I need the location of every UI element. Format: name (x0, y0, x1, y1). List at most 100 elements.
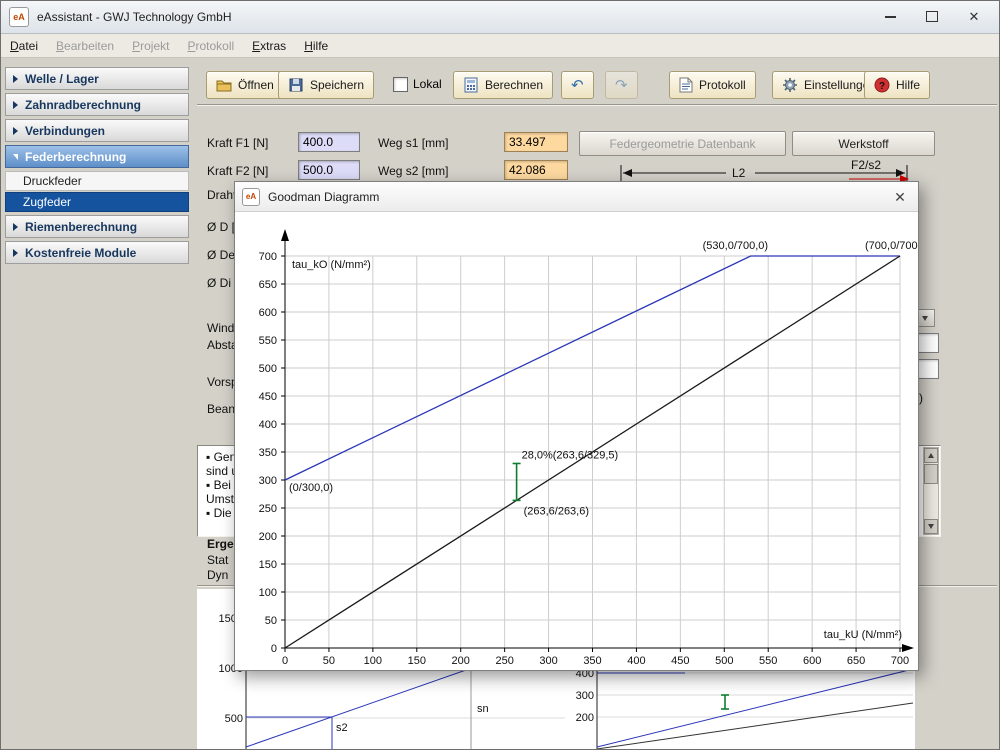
svg-text:450: 450 (259, 391, 277, 403)
weg-s2-label: Weg s2 [mm] (378, 164, 448, 178)
toolbar-separator (197, 104, 997, 106)
sidebar-item-federberechnung[interactable]: Federberechnung (5, 145, 189, 168)
maximize-button[interactable] (911, 1, 953, 32)
open-button[interactable]: Öffnen (206, 71, 284, 99)
menu-protokoll: Protokoll (178, 36, 243, 56)
toolbar: Öffnen Speichern Lokal Berechnen ↶ ↷ Pro… (197, 58, 1000, 105)
svg-text:?: ? (879, 81, 885, 92)
sidebar-item-kostenfreie-module[interactable]: Kostenfreie Module (5, 241, 189, 264)
scroll-down-button[interactable] (924, 519, 938, 534)
weg-s1-label: Weg s1 [mm] (378, 136, 448, 150)
lokal-checkbox[interactable] (393, 77, 408, 92)
protocol-button[interactable]: Protokoll (669, 71, 756, 99)
svg-text:tau_kO (N/mm²): tau_kO (N/mm²) (292, 259, 371, 271)
floppy-icon (288, 77, 304, 93)
kraft-f2-label: Kraft F2 [N] (207, 164, 268, 178)
undo-button[interactable]: ↶ (561, 71, 594, 99)
svg-text:100: 100 (259, 587, 277, 599)
svg-text:400: 400 (627, 655, 645, 667)
svg-text:600: 600 (803, 655, 821, 667)
sidebar-item-welle-lager[interactable]: Welle / Lager (5, 67, 189, 90)
chevron-right-icon (13, 249, 18, 257)
redo-icon: ↷ (615, 76, 628, 94)
chevron-right-icon (13, 223, 18, 231)
minimize-button[interactable] (869, 1, 911, 32)
svg-text:500: 500 (225, 713, 243, 725)
svg-text:400: 400 (259, 419, 277, 431)
dialog-title-bar: eA Goodman Diagramm ✕ (235, 182, 918, 212)
svg-text:50: 50 (265, 615, 277, 627)
scroll-up-button[interactable] (924, 448, 938, 463)
svg-text:0: 0 (282, 655, 288, 667)
svg-text:300: 300 (576, 690, 594, 702)
note-line: Gen (206, 450, 236, 464)
menu-extras[interactable]: Extras (243, 36, 295, 56)
sidebar-item-zugfeder[interactable]: Zugfeder (5, 192, 189, 212)
gear-icon (782, 77, 798, 93)
lokal-label: Lokal (413, 77, 442, 91)
svg-text:(263,6/263,6): (263,6/263,6) (524, 505, 589, 517)
scroll-thumb[interactable] (924, 464, 938, 484)
svg-text:100: 100 (364, 655, 382, 667)
menu-datei[interactable]: Datei (1, 36, 47, 56)
unit-fragment: ) (919, 391, 923, 405)
sidebar-item-zahnradberechnung[interactable]: Zahnradberechnung (5, 93, 189, 116)
menu-hilfe[interactable]: Hilfe (295, 36, 337, 56)
dialog-logo-icon: eA (242, 188, 260, 206)
svg-text:250: 250 (259, 503, 277, 515)
kraft-f2-input[interactable]: 500.0 (298, 160, 360, 180)
dialog-close-button[interactable]: ✕ (890, 187, 910, 207)
title-bar: eA eAssistant - GWJ Technology GmbH ✕ (1, 1, 999, 34)
sidebar-item-riemenberechnung[interactable]: Riemenberechnung (5, 215, 189, 238)
svg-text:300: 300 (539, 655, 557, 667)
svg-text:700: 700 (891, 655, 909, 667)
navigation-sidebar: Welle / Lager Zahnradberechnung Verbindu… (5, 65, 191, 747)
close-button[interactable]: ✕ (953, 1, 995, 32)
goodman-preview-chart: 400 300 200 (567, 661, 915, 750)
svg-text:450: 450 (671, 655, 689, 667)
goodman-chart: 0501001502002503003504004505005506006507… (235, 212, 918, 671)
sidebar-item-verbindungen[interactable]: Verbindungen (5, 119, 189, 142)
help-icon: ? (874, 77, 890, 93)
svg-text:700: 700 (259, 251, 277, 263)
svg-text:350: 350 (259, 447, 277, 459)
svg-text:150: 150 (259, 559, 277, 571)
draht-label: Draht (207, 188, 236, 202)
local-option: Lokal (393, 71, 442, 97)
kraft-f1-input[interactable]: 400.0 (298, 132, 360, 152)
chevron-right-icon (13, 127, 18, 135)
maximize-icon (926, 11, 938, 22)
menu-bearbeiten: Bearbeiten (47, 36, 123, 56)
save-button[interactable]: Speichern (278, 71, 374, 99)
svg-text:200: 200 (576, 712, 594, 724)
chevron-right-icon (13, 75, 18, 83)
menu-projekt: Projekt (123, 36, 178, 56)
goodman-dialog: eA Goodman Diagramm ✕ 0 50 100 150 200 250 300… (234, 181, 919, 671)
application-window: eA eAssistant - GWJ Technology GmbH ✕ Da… (0, 0, 1000, 750)
document-icon (679, 77, 693, 93)
note-line: Bei (206, 478, 231, 492)
svg-text:600: 600 (259, 307, 277, 319)
chevron-down-icon (13, 154, 18, 160)
window-title: eAssistant - GWJ Technology GmbH (37, 10, 232, 24)
weg-s1-value: 33.497 (504, 132, 568, 152)
svg-text:650: 650 (847, 655, 865, 667)
help-button[interactable]: ? Hilfe (864, 71, 930, 99)
ergebnisse-heading: Erge (207, 537, 234, 551)
note-line: Die (206, 506, 232, 520)
svg-text:500: 500 (715, 655, 733, 667)
kraft-f1-label: Kraft F1 [N] (207, 136, 268, 150)
svg-text:sn: sn (477, 703, 489, 715)
svg-text:500: 500 (259, 363, 277, 375)
arrow-up-icon (928, 453, 934, 458)
sidebar-item-druckfeder[interactable]: Druckfeder (5, 171, 189, 191)
calculate-button[interactable]: Berechnen (453, 71, 553, 99)
menu-bar: Datei Bearbeiten Projekt Protokoll Extra… (1, 34, 999, 58)
svg-text:s2: s2 (336, 722, 348, 734)
svg-text:200: 200 (259, 531, 277, 543)
svg-text:650: 650 (259, 279, 277, 291)
svg-text:(530,0/700,0): (530,0/700,0) (703, 240, 768, 252)
svg-text:50: 50 (323, 655, 335, 667)
folder-icon (216, 77, 232, 93)
undo-icon: ↶ (571, 76, 584, 94)
